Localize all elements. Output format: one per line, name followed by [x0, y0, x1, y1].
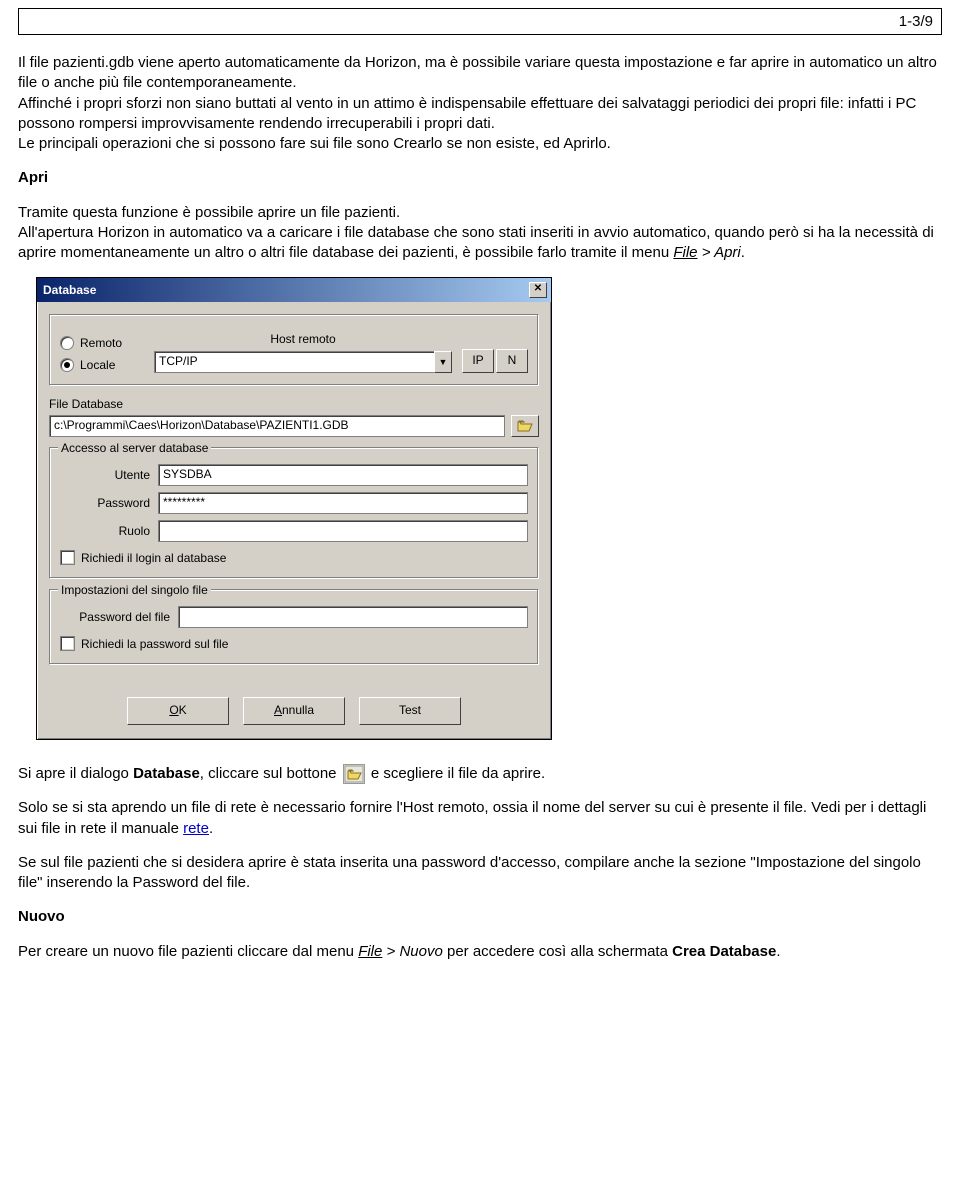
rete-link[interactable]: rete [183, 820, 209, 837]
apri-heading: Apri [18, 168, 942, 188]
n-button[interactable]: N [496, 349, 528, 373]
file-password-field[interactable] [178, 606, 528, 628]
locale-radio-row[interactable]: Locale [60, 357, 144, 373]
cancel-mnemonic: A [274, 703, 282, 717]
ad2-b: . [209, 820, 213, 837]
file-database-section: File Database c:\Programmi\Caes\Horizon\… [49, 396, 539, 436]
ok-mnemonic: O [169, 703, 178, 717]
nv-b: > Nuovo [382, 943, 442, 960]
file-pw-checkbox-label: Richiedi la password sul file [81, 636, 228, 652]
remoto-radio[interactable] [60, 336, 74, 350]
ip-button[interactable]: IP [462, 349, 494, 373]
database-dialog: Database ✕ Remoto Locale [36, 277, 552, 740]
close-button[interactable]: ✕ [529, 282, 547, 298]
dialog-body: Remoto Locale Host remoto TCP/IP ▼ [37, 302, 551, 739]
utente-row: Utente SYSDBA [60, 464, 528, 486]
ruolo-label: Ruolo [60, 523, 158, 539]
file-password-row: Password del file [60, 606, 528, 628]
ad1-bold: Database [133, 765, 200, 782]
nuovo-paragraph: Per creare un nuovo file pazienti clicca… [18, 942, 942, 962]
after-dialog-1: Si apre il dialogo Database, cliccare su… [18, 764, 942, 784]
cancel-button[interactable]: Annulla [243, 697, 345, 725]
file-pw-checkbox[interactable] [60, 636, 75, 651]
apri-text-2a: All'apertura Horizon in automatico va a … [18, 224, 934, 261]
login-checkbox-label: Richiedi il login al database [81, 550, 226, 566]
password-field[interactable]: ********* [158, 492, 528, 514]
ad1-a: Si apre il dialogo [18, 765, 133, 782]
host-groupbox: Remoto Locale Host remoto TCP/IP ▼ [49, 314, 539, 386]
file-db-label: File Database [49, 396, 539, 412]
ruolo-row: Ruolo [60, 520, 528, 542]
file-settings-groupbox: Impostazioni del singolo file Password d… [49, 589, 539, 665]
dialog-button-row: OK Annulla Test [49, 675, 539, 725]
server-access-groupbox: Accesso al server database Utente SYSDBA… [49, 447, 539, 579]
cancel-rest: nnulla [282, 703, 314, 717]
browse-button[interactable] [511, 415, 539, 437]
remoto-label: Remoto [80, 335, 122, 351]
protocol-combo[interactable]: TCP/IP ▼ [154, 351, 452, 373]
folder-open-icon [517, 419, 533, 433]
ok-rest: K [179, 703, 187, 717]
nv-end: . [776, 943, 780, 960]
locale-radio[interactable] [60, 358, 74, 372]
host-center: Host remoto TCP/IP ▼ [154, 331, 452, 373]
file-password-label: Password del file [60, 609, 178, 625]
nv-c: per accedere così alla schermata [443, 943, 672, 960]
nv-bold: Crea Database [672, 943, 776, 960]
locale-label: Locale [80, 357, 115, 373]
remoto-radio-row[interactable]: Remoto [60, 335, 144, 351]
test-button[interactable]: Test [359, 697, 461, 725]
server-access-legend: Accesso al server database [58, 440, 211, 456]
combo-dropdown-button[interactable]: ▼ [434, 351, 452, 373]
login-checkbox-row[interactable]: Richiedi il login al database [60, 550, 528, 566]
document-content: Il file pazienti.gdb viene aperto automa… [0, 53, 960, 996]
host-row: Remoto Locale Host remoto TCP/IP ▼ [60, 331, 528, 373]
after-dialog-2: Solo se si sta aprendo un file di rete è… [18, 798, 942, 839]
file-db-path-field[interactable]: c:\Programmi\Caes\Horizon\Database\PAZIE… [49, 415, 505, 437]
ip-n-buttons: IP N [462, 349, 528, 373]
after-dialog-3: Se sul file pazienti che si desidera apr… [18, 853, 942, 894]
page-number-text: 1-3/9 [899, 13, 933, 30]
ruolo-field[interactable] [158, 520, 528, 542]
password-row: Password ********* [60, 492, 528, 514]
ad1-c: e scegliere il file da aprire. [367, 765, 545, 782]
apri-text-file-menu: File [673, 244, 697, 261]
apri-text-1: Tramite questa funzione è possibile apri… [18, 204, 400, 221]
apri-text-2c: . [741, 244, 745, 261]
utente-field[interactable]: SYSDBA [158, 464, 528, 486]
ad1-b: , cliccare sul bottone [200, 765, 341, 782]
dialog-title: Database [43, 282, 96, 298]
password-label: Password [60, 495, 158, 511]
file-pw-checkbox-row[interactable]: Richiedi la password sul file [60, 636, 528, 652]
host-remoto-label: Host remoto [154, 331, 452, 347]
folder-open-icon [343, 764, 365, 784]
login-checkbox[interactable] [60, 550, 75, 565]
protocol-field[interactable]: TCP/IP [154, 351, 435, 373]
nv-a: Per creare un nuovo file pazienti clicca… [18, 943, 358, 960]
dialog-titlebar: Database ✕ [37, 278, 551, 302]
radio-column: Remoto Locale [60, 335, 144, 373]
nv-file: File [358, 943, 382, 960]
nuovo-heading: Nuovo [18, 907, 942, 927]
utente-label: Utente [60, 467, 158, 483]
ok-button[interactable]: OK [127, 697, 229, 725]
apri-text-2b: > Apri [698, 244, 741, 261]
apri-paragraph: Tramite questa funzione è possibile apri… [18, 203, 942, 264]
ad2-a: Solo se si sta aprendo un file di rete è… [18, 799, 926, 836]
intro-paragraph: Il file pazienti.gdb viene aperto automa… [18, 53, 942, 154]
file-settings-legend: Impostazioni del singolo file [58, 582, 211, 598]
page-number: 1-3/9 [18, 8, 942, 35]
